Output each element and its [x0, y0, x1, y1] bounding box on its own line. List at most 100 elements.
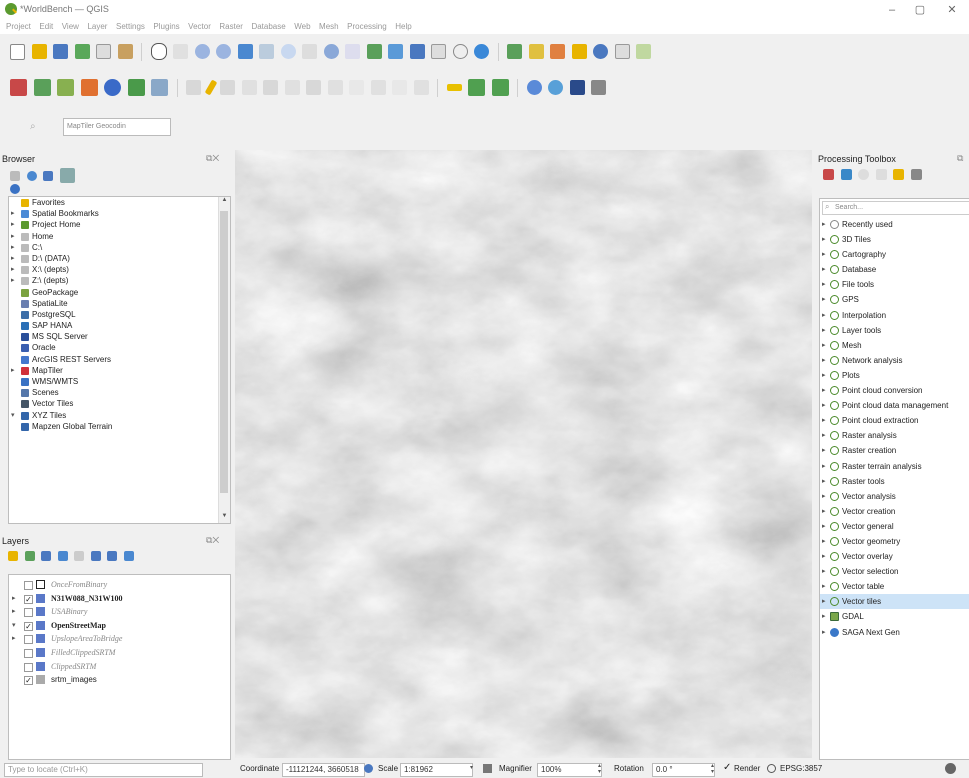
processing-provider-item[interactable]: ▸ Vector selection — [820, 564, 969, 579]
processing-search-input[interactable]: Search... — [822, 201, 969, 215]
expand-arrow-icon[interactable]: ▸ — [822, 519, 826, 534]
scale-dropdown-icon[interactable]: ▾ — [470, 764, 473, 771]
magnifier-field[interactable]: 100% — [537, 763, 602, 777]
processing-provider-item[interactable]: ▸ Vector creation — [820, 504, 969, 519]
layer-item[interactable]: FilledClippedSRTM — [9, 646, 230, 660]
processing-provider-item[interactable]: ▸ 3D Tiles — [820, 232, 969, 247]
data-source-manager-icon[interactable] — [10, 79, 27, 97]
expand-arrow-icon[interactable]: ▸ — [822, 413, 826, 428]
geocoding-input[interactable]: MapTiler Geocodin — [63, 118, 171, 136]
show-bookmarks-icon[interactable] — [431, 44, 447, 60]
processing-history-icon[interactable] — [526, 80, 542, 96]
statistical-summary-icon[interactable] — [550, 44, 566, 60]
menu-raster[interactable]: Raster — [219, 20, 243, 34]
save-project-icon[interactable] — [53, 44, 69, 60]
pin-labels-icon[interactable] — [491, 79, 509, 97]
dock-float-close-icon[interactable]: ⧉✕ — [206, 153, 219, 164]
zoom-native-icon[interactable] — [302, 44, 318, 60]
menu-plugins[interactable]: Plugins — [153, 20, 179, 34]
expand-arrow-icon[interactable]: ▸ — [12, 632, 16, 646]
layer-item[interactable]: OnceFromBinary — [9, 578, 230, 592]
save-edits-icon[interactable] — [220, 80, 236, 96]
expand-arrow-icon[interactable]: ▸ — [11, 253, 15, 264]
browser-scrollbar[interactable]: ▲ ▼ — [218, 197, 230, 523]
expand-arrow-icon[interactable]: ▸ — [822, 217, 826, 232]
menu-view[interactable]: View — [62, 20, 79, 34]
toggle-extents-icon[interactable] — [364, 764, 373, 773]
expand-arrow-icon[interactable]: ▸ — [12, 605, 16, 619]
label-settings-icon[interactable] — [468, 79, 486, 97]
processing-provider-item[interactable]: ▸ Layer tools — [820, 323, 969, 338]
browser-item[interactable]: PostgreSQL — [9, 309, 230, 320]
menu-mesh[interactable]: Mesh — [319, 20, 339, 34]
expand-arrow-icon[interactable]: ▸ — [822, 308, 826, 323]
expand-arrow-icon[interactable]: ▸ — [822, 338, 826, 353]
processing-provider-item[interactable]: ▸ Vector geometry — [820, 534, 969, 549]
pan-to-selection-icon[interactable] — [173, 44, 189, 60]
processing-provider-item[interactable]: ▸ Interpolation — [820, 308, 969, 323]
expand-arrow-icon[interactable]: ▸ — [822, 594, 826, 609]
more-tools-icon[interactable] — [591, 80, 607, 96]
processing-provider-item[interactable]: ▸ File tools — [820, 277, 969, 292]
expand-arrow-icon[interactable]: ▸ — [11, 231, 15, 242]
processing-provider-item[interactable]: ▸ Raster terrain analysis — [820, 459, 969, 474]
add-vector-layer-icon[interactable] — [33, 79, 51, 97]
rotation-field[interactable]: 0.0 ° — [652, 763, 715, 777]
processing-provider-item[interactable]: ▸ Cartography — [820, 247, 969, 262]
scale-field[interactable]: 1:81962 — [400, 763, 473, 777]
menu-database[interactable]: Database — [251, 20, 285, 34]
filter-icon[interactable] — [43, 170, 54, 181]
expand-arrow-icon[interactable]: ▸ — [822, 534, 826, 549]
add-raster-layer-icon[interactable] — [127, 79, 145, 97]
expand-arrow-icon[interactable]: ▸ — [11, 208, 15, 219]
open-project-icon[interactable] — [31, 44, 47, 60]
layer-visibility-checkbox[interactable]: ✓ — [24, 621, 33, 631]
measure-icon[interactable] — [614, 44, 630, 60]
magnifier-spinner-icon[interactable]: ▴ ▾ — [598, 763, 601, 775]
browser-item[interactable]: Favorites — [9, 197, 230, 208]
options-icon[interactable] — [910, 169, 922, 181]
dock-float-close-icon[interactable]: ⧉✕ — [206, 535, 219, 546]
vertex-tool-icon[interactable] — [263, 80, 279, 96]
layer-item[interactable]: ▸ UpslopeAreaToBridge — [9, 632, 230, 646]
browser-item[interactable]: WMS/WMTS — [9, 376, 230, 387]
processing-provider-item[interactable]: ▸ Vector tiles — [820, 594, 969, 610]
maximize-icon[interactable]: ▢ — [906, 2, 934, 18]
browser-item[interactable]: GeoPackage — [9, 287, 230, 298]
messages-icon[interactable] — [945, 763, 956, 774]
pan-icon[interactable] — [150, 43, 167, 61]
processing-provider-item[interactable]: ▸ Network analysis — [820, 353, 969, 368]
expand-arrow-icon[interactable]: ▸ — [11, 275, 15, 286]
expand-arrow-icon[interactable]: ▸ — [822, 247, 826, 262]
processing-provider-item[interactable]: ▸ Point cloud extraction — [820, 413, 969, 428]
add-postgis-icon[interactable] — [104, 79, 122, 97]
browser-item[interactable]: ArcGIS REST Servers — [9, 354, 230, 365]
collapse-arrow-icon[interactable]: ▾ — [12, 619, 16, 633]
expand-arrow-icon[interactable]: ▸ — [822, 428, 826, 443]
browser-item[interactable]: ▸ MapTiler — [9, 365, 230, 376]
collapse-all-icon[interactable] — [107, 550, 118, 561]
map-tips-icon[interactable] — [636, 44, 652, 60]
processing-provider-item[interactable]: ▸ GPS — [820, 292, 969, 307]
browser-item[interactable]: ▸ D:\ (DATA) — [9, 253, 230, 264]
processing-provider-item[interactable]: ▸ Point cloud conversion — [820, 383, 969, 398]
results-viewer-icon[interactable] — [875, 169, 887, 181]
dock-float-icon[interactable]: ⧉ — [957, 153, 963, 164]
refresh-icon[interactable] — [474, 44, 490, 60]
zoom-to-layer-icon[interactable] — [280, 44, 296, 60]
browser-item[interactable]: MS SQL Server — [9, 331, 230, 342]
expand-arrow-icon[interactable]: ▸ — [822, 504, 826, 519]
processing-provider-item[interactable]: ▸ Vector general — [820, 519, 969, 534]
expand-arrow-icon[interactable]: ▸ — [822, 368, 826, 383]
scroll-down-icon[interactable]: ▼ — [219, 513, 230, 523]
zoom-last-icon[interactable] — [323, 44, 339, 60]
map-canvas[interactable] — [235, 150, 812, 758]
filter-expression-icon[interactable] — [74, 550, 85, 561]
collapse-all-icon[interactable] — [59, 168, 75, 183]
layout-manager-icon[interactable] — [74, 44, 90, 60]
redo-icon[interactable] — [413, 80, 429, 96]
history-icon[interactable] — [858, 169, 870, 181]
style-panel-icon[interactable] — [8, 550, 18, 561]
expand-arrow-icon[interactable]: ▸ — [822, 277, 826, 292]
expand-arrow-icon[interactable]: ▸ — [822, 579, 826, 594]
